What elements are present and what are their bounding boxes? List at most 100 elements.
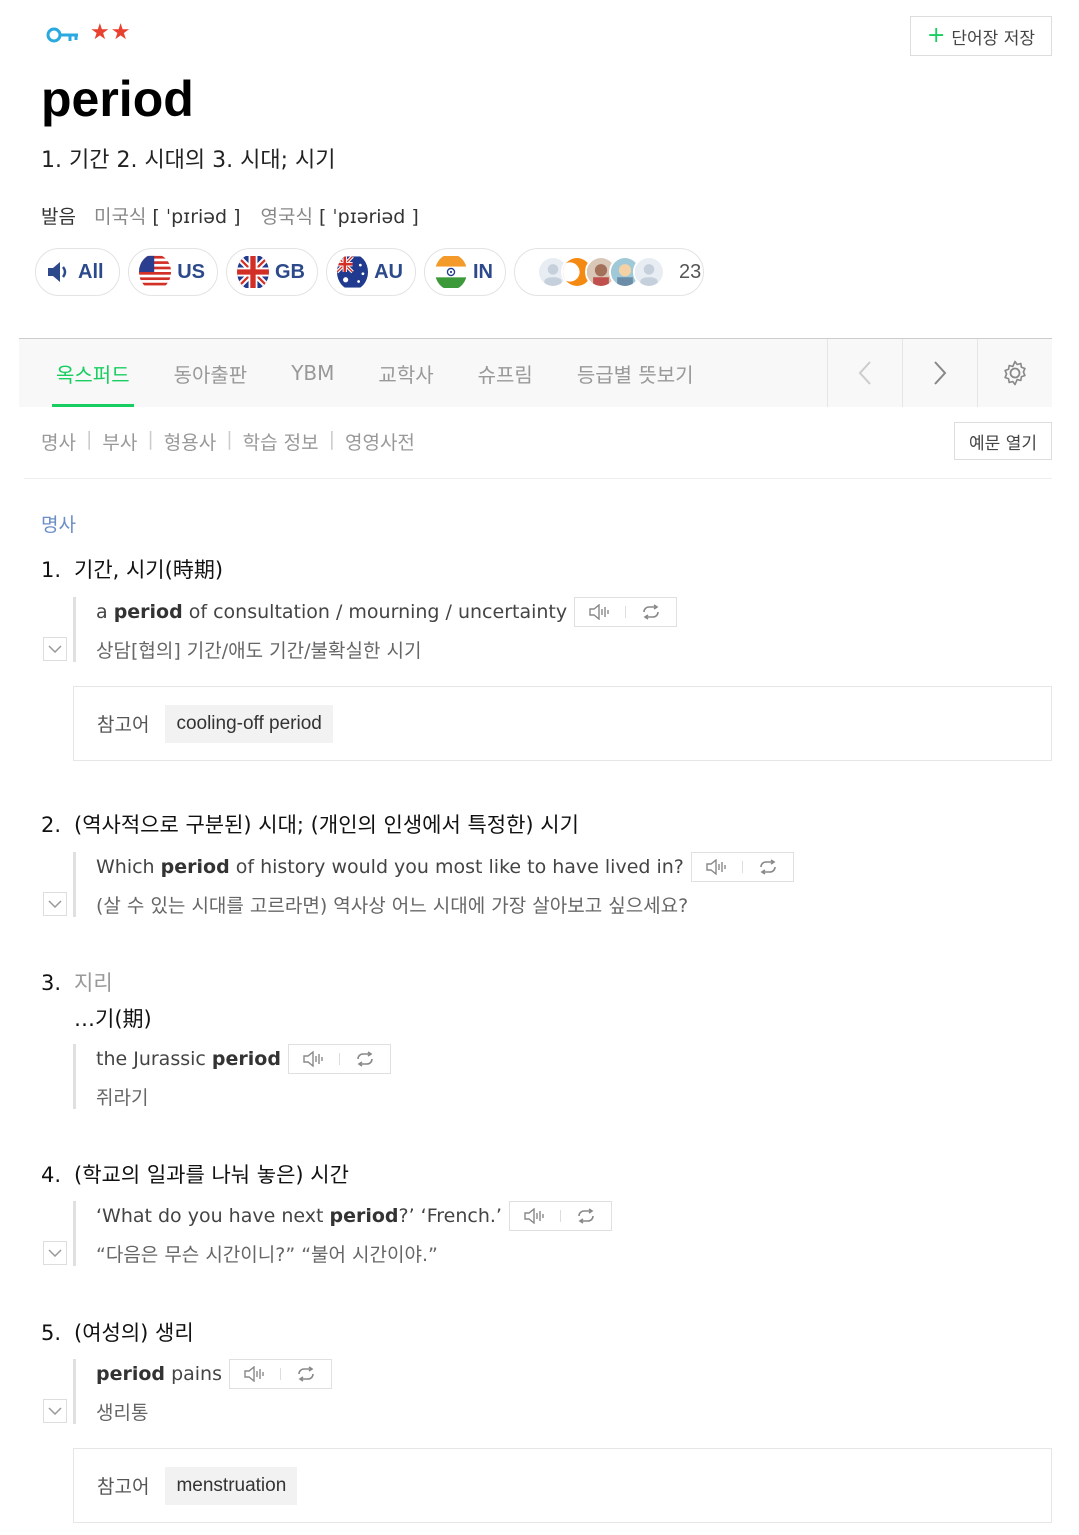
example-keyword: period <box>211 1048 281 1070</box>
example-bar <box>73 1201 76 1266</box>
save-to-wordbook-button[interactable]: + 단어장 저장 <box>910 16 1052 56</box>
accent-buttons: All US GB AU IN 23 <box>35 248 704 296</box>
repeat-audio-button[interactable] <box>281 1360 331 1388</box>
us-ipa: [ ˈpɪriəd ] <box>152 206 241 228</box>
repeat-audio-button[interactable] <box>626 598 676 626</box>
expand-button[interactable] <box>43 1399 67 1423</box>
example-keyword: period <box>329 1205 399 1227</box>
accent-gb-button[interactable]: GB <box>226 248 318 296</box>
example-text: the Jurassic <box>96 1048 212 1070</box>
sense-number: 2. <box>41 813 62 837</box>
sense-number: 1. <box>41 558 62 582</box>
reference-box: 참고어 cooling-off period <box>73 686 1052 761</box>
accent-label: AU <box>374 260 403 283</box>
subject-label: 지리 <box>74 971 113 995</box>
accent-in-button[interactable]: IN <box>424 248 506 296</box>
pos-filter-adjective[interactable]: 형용사 <box>164 428 216 455</box>
example-text: of consultation / mourning / uncertainty <box>182 601 568 623</box>
example-text: pains <box>165 1363 222 1385</box>
play-audio-button[interactable] <box>289 1045 339 1073</box>
example-en: period pains <box>96 1359 332 1389</box>
tab-kyohaksa[interactable]: 교학사 <box>356 339 455 407</box>
example-en: ‘What do you have next period?’ ‘French.… <box>96 1201 612 1231</box>
pron-label: 발음 <box>41 206 76 228</box>
expand-button[interactable] <box>43 892 67 916</box>
accent-au-button[interactable]: AU <box>326 248 416 296</box>
chevron-down-icon <box>48 1249 62 1257</box>
expand-button[interactable] <box>43 637 67 661</box>
pos-filter-row: 명사 | 부사 | 형용사 | 학습 정보 | 영영사전 <box>41 428 415 455</box>
repeat-icon <box>578 1208 594 1224</box>
accent-all-button[interactable]: All <box>35 248 120 296</box>
tab-next-button[interactable] <box>902 339 977 407</box>
tab-donga[interactable]: 동아출판 <box>152 339 270 407</box>
example-ko: (살 수 있는 시대를 고르라면) 역사상 어느 시대에 가장 살아보고 싶으세… <box>96 895 689 917</box>
repeat-icon <box>298 1366 314 1382</box>
reference-box: 참고어 menstruation <box>73 1448 1052 1523</box>
dictionary-tab-bar: 옥스퍼드 동아출판 YBM 교학사 슈프림 등급별 뜻보기 <box>19 338 1052 407</box>
tab-meaning-by-level[interactable]: 등급별 뜻보기 <box>555 339 716 407</box>
contributors-count: 23 <box>679 260 702 283</box>
accent-us-button[interactable]: US <box>128 248 218 296</box>
repeat-icon <box>643 604 659 620</box>
example-bar <box>73 597 76 662</box>
example-keyword: period <box>113 601 183 623</box>
gb-flag-icon <box>237 254 269 290</box>
example-text: ‘What do you have next <box>96 1205 330 1227</box>
example-audio-controls <box>690 852 794 882</box>
repeat-audio-button[interactable] <box>743 853 793 881</box>
play-audio-button[interactable] <box>575 598 625 626</box>
sense-text: (역사적으로 구분된) 시대; (개인의 인생에서 특정한) 시기 <box>74 813 579 837</box>
repeat-icon <box>357 1051 373 1067</box>
example-ko: 쥐라기 <box>96 1087 149 1109</box>
settings-button[interactable] <box>977 339 1052 407</box>
section-pos-heading: 명사 <box>41 514 76 536</box>
open-examples-button[interactable]: 예문 열기 <box>954 422 1052 460</box>
example-audio-controls <box>287 1044 391 1074</box>
plus-icon: + <box>926 23 946 48</box>
accent-label: All <box>78 260 104 283</box>
expand-button[interactable] <box>43 1241 67 1265</box>
accent-label: IN <box>473 260 493 283</box>
play-audio-button[interactable] <box>692 853 742 881</box>
sense-text: (학교의 일과를 나눠 놓은) 시간 <box>74 1163 349 1187</box>
tab-oxford[interactable]: 옥스퍼드 <box>34 339 152 407</box>
chevron-right-icon <box>934 361 947 385</box>
uk-ipa: [ ˈpɪəriəd ] <box>318 206 419 228</box>
accent-label: GB <box>275 260 305 283</box>
chevron-down-icon <box>48 900 62 908</box>
example-ko: “다음은 무슨 시간이니?” “불어 시간이야.” <box>96 1244 438 1266</box>
chevron-left-icon <box>858 361 871 385</box>
sense-text: 기간, 시기(時期) <box>74 558 224 582</box>
play-audio-button[interactable] <box>510 1202 560 1230</box>
pos-filter-adverb[interactable]: 부사 <box>102 428 137 455</box>
sense-number: 3. <box>41 971 62 995</box>
repeat-audio-button[interactable] <box>561 1202 611 1230</box>
speaker-icon <box>244 1366 264 1382</box>
divider <box>24 478 1052 479</box>
contributors-button[interactable]: 23 <box>514 248 704 296</box>
sense-number: 4. <box>41 1163 62 1187</box>
sense-4-definition: 4. (학교의 일과를 나눠 놓은) 시간 <box>41 1159 349 1189</box>
pronunciation-row: 발음 미국식 [ ˈpɪriəd ] 영국식 [ ˈpɪəriəd ] <box>41 202 439 229</box>
tab-supreme[interactable]: 슈프림 <box>456 339 555 407</box>
repeat-audio-button[interactable] <box>340 1045 390 1073</box>
tab-prev-button[interactable] <box>827 339 902 407</box>
speaker-icon <box>706 859 726 875</box>
uk-pron-label: 영국식 <box>260 206 313 228</box>
reference-link[interactable]: menstruation <box>165 1466 298 1505</box>
example-audio-controls <box>229 1359 332 1389</box>
reference-link[interactable]: cooling-off period <box>165 704 333 743</box>
us-pron-label: 미국식 <box>93 206 147 228</box>
importance-stars: ★★ <box>90 20 132 45</box>
pos-filter-study-info[interactable]: 학습 정보 <box>243 428 319 455</box>
example-text: of history would you most like to have l… <box>229 856 684 878</box>
example-keyword: period <box>160 856 230 878</box>
play-audio-button[interactable] <box>230 1360 280 1388</box>
tab-ybm[interactable]: YBM <box>269 339 356 407</box>
pos-filter-noun[interactable]: 명사 <box>41 428 76 455</box>
sense-number: 5. <box>41 1321 62 1345</box>
pos-filter-english-english[interactable]: 영영사전 <box>345 428 415 455</box>
example-ko: 상담[협의] 기간/애도 기간/불확실한 시기 <box>96 640 422 662</box>
sense-text: (여성의) 생리 <box>74 1321 194 1345</box>
